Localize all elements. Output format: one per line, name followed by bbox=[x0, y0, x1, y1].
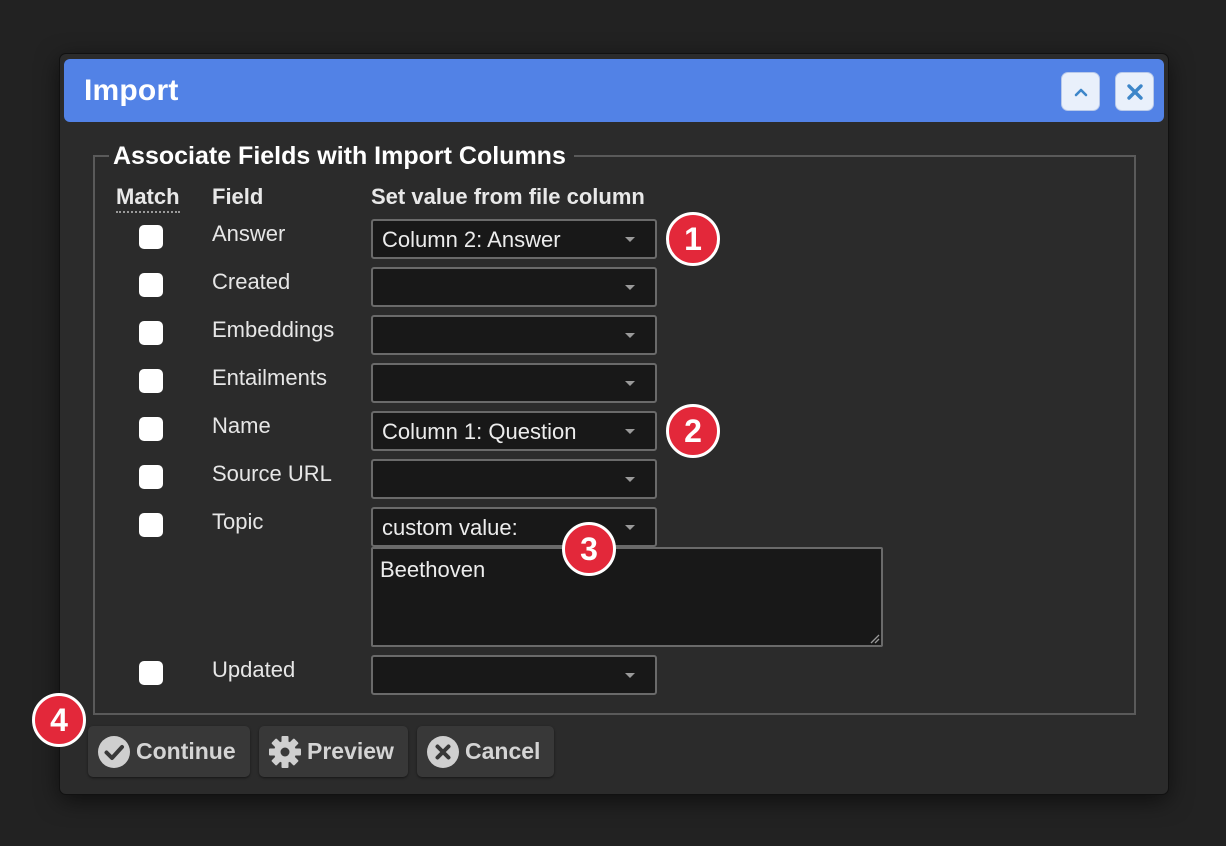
match-checkbox-entailments[interactable] bbox=[139, 369, 163, 393]
file-column-header: Set value from file column bbox=[371, 184, 645, 209]
preview-label: Preview bbox=[307, 738, 394, 764]
fieldset-legend: Associate Fields with Import Columns bbox=[113, 142, 566, 170]
dialog-title: Import bbox=[84, 74, 179, 107]
select-value: Column 1: Question bbox=[382, 419, 577, 444]
custom-value-text: Beethoven bbox=[380, 557, 486, 582]
column-select-created[interactable] bbox=[371, 267, 657, 307]
match-checkbox-topic[interactable] bbox=[139, 513, 163, 537]
match-column-header: Match bbox=[116, 184, 180, 213]
chevron-up-icon bbox=[1074, 88, 1087, 96]
column-select-entailments[interactable] bbox=[371, 363, 657, 403]
check-circle-icon bbox=[98, 735, 130, 768]
field-label-answer: Answer bbox=[212, 221, 286, 246]
match-checkbox-updated[interactable] bbox=[139, 661, 163, 685]
field-label-embeddings: Embeddings bbox=[212, 317, 335, 342]
match-checkbox-embeddings[interactable] bbox=[139, 321, 163, 345]
preview-button[interactable]: Preview bbox=[259, 726, 408, 777]
field-label-updated: Updated bbox=[212, 657, 296, 682]
field-label-source-url: Source URL bbox=[212, 461, 332, 486]
field-label-name: Name bbox=[212, 413, 271, 438]
select-value: custom value: bbox=[382, 515, 518, 540]
match-checkbox-source-url[interactable] bbox=[139, 465, 163, 489]
column-select-source-url[interactable] bbox=[371, 459, 657, 499]
custom-value-textarea[interactable]: Beethoven bbox=[371, 547, 883, 647]
field-label-topic: Topic bbox=[212, 509, 264, 534]
caret-down-icon bbox=[625, 673, 635, 678]
match-checkbox-created[interactable] bbox=[139, 273, 163, 297]
caret-down-icon bbox=[625, 237, 635, 242]
column-select-name[interactable]: Column 1: Question bbox=[371, 411, 657, 451]
caret-down-icon bbox=[625, 381, 635, 386]
close-icon bbox=[1126, 83, 1143, 100]
field-label-created: Created bbox=[212, 269, 291, 294]
column-select-answer[interactable]: Column 2: Answer bbox=[371, 219, 657, 259]
callout-badge-4: 4 bbox=[32, 693, 86, 747]
column-select-updated[interactable] bbox=[371, 655, 657, 695]
collapse-button[interactable] bbox=[1061, 72, 1100, 111]
x-circle-icon bbox=[427, 735, 459, 768]
cancel-button[interactable]: Cancel bbox=[417, 726, 554, 777]
import-dialog: Import Associate Fields with Import Colu… bbox=[32, 54, 1168, 794]
callout-badge-3: 3 bbox=[562, 522, 616, 576]
close-button[interactable] bbox=[1115, 72, 1154, 111]
match-checkbox-answer[interactable] bbox=[139, 225, 163, 249]
field-label-entailments: Entailments bbox=[212, 365, 327, 390]
field-column-header: Field bbox=[212, 184, 264, 209]
caret-down-icon bbox=[625, 525, 635, 530]
callout-badge-2: 2 bbox=[666, 404, 720, 458]
caret-down-icon bbox=[625, 429, 635, 434]
resize-grip-icon[interactable] bbox=[868, 632, 880, 644]
callout-badge-1: 1 bbox=[666, 212, 720, 266]
continue-button[interactable]: Continue bbox=[88, 726, 250, 777]
caret-down-icon bbox=[625, 333, 635, 338]
caret-down-icon bbox=[625, 285, 635, 290]
cancel-label: Cancel bbox=[465, 738, 541, 764]
dialog-titlebar[interactable]: Import bbox=[64, 59, 1164, 122]
caret-down-icon bbox=[625, 477, 635, 482]
continue-label: Continue bbox=[136, 738, 236, 764]
gear-icon bbox=[269, 735, 301, 768]
match-checkbox-name[interactable] bbox=[139, 417, 163, 441]
column-select-embeddings[interactable] bbox=[371, 315, 657, 355]
select-value: Column 2: Answer bbox=[382, 227, 561, 252]
